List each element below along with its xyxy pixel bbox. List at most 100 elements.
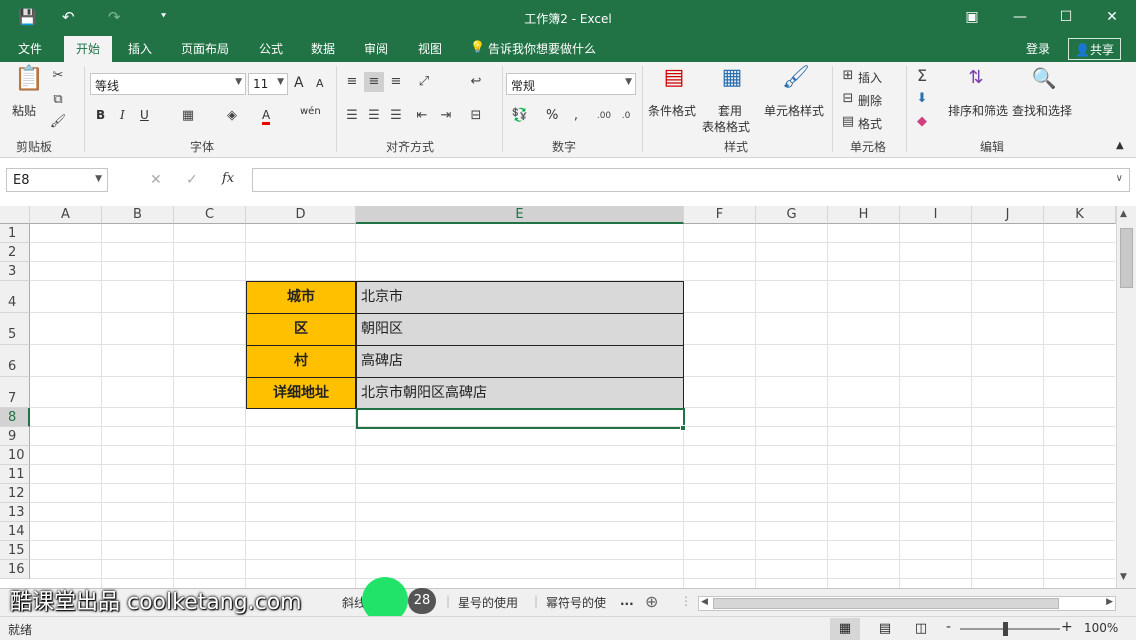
vertical-scrollbar[interactable]: ▲ ▼ [1116, 206, 1136, 588]
col-header-k[interactable]: K [1044, 206, 1116, 224]
format-painter-icon[interactable]: 🖌 [48, 112, 68, 132]
page-break-view-icon[interactable]: ◫ [906, 618, 936, 640]
border-icon[interactable]: ▦ [178, 106, 198, 126]
cell-e6[interactable]: 高碑店 [356, 345, 684, 378]
row-header-7[interactable]: 7 [0, 377, 30, 408]
row-header-12[interactable]: 12 [0, 484, 30, 503]
autosum-icon[interactable]: Σ [912, 66, 932, 86]
cell-d6[interactable]: 村 [246, 345, 356, 378]
conditional-format-button[interactable]: 条件格式 [648, 102, 696, 119]
clear-icon[interactable]: ◆ [912, 112, 932, 132]
enter-icon[interactable]: ✓ [186, 172, 198, 188]
row-header-6[interactable]: 6 [0, 345, 30, 377]
phonetic-button[interactable]: wén [300, 106, 321, 117]
tab-data[interactable]: 数据 [311, 40, 335, 57]
align-right-icon[interactable]: ☰ [386, 106, 406, 126]
insert-cells-icon[interactable]: ⊞ [838, 66, 858, 86]
format-as-table-button-line2[interactable]: 表格格式 [702, 118, 750, 135]
row-header-10[interactable]: 10 [0, 446, 30, 465]
align-left-icon[interactable]: ☰ [342, 106, 362, 126]
bold-button[interactable]: B [96, 108, 105, 122]
tell-me-box[interactable]: 告诉我你想要做什么 [488, 40, 596, 57]
cancel-icon[interactable]: ✕ [150, 172, 162, 188]
row-header-13[interactable]: 13 [0, 503, 30, 522]
align-bottom-icon[interactable]: ≡ [386, 72, 406, 92]
col-header-c[interactable]: C [174, 206, 246, 224]
align-center-icon[interactable]: ☰ [364, 106, 384, 126]
col-header-h[interactable]: H [828, 206, 900, 224]
paste-button[interactable]: 粘贴 [12, 102, 36, 119]
find-select-icon[interactable]: 🔍 [1030, 68, 1058, 88]
row-header-11[interactable]: 11 [0, 465, 30, 484]
align-middle-icon[interactable]: ≡ [364, 72, 384, 92]
sign-in-link[interactable]: 登录 [1026, 40, 1050, 57]
conditional-format-icon[interactable]: ▤ [660, 67, 688, 89]
format-cells-button[interactable]: 格式 [858, 115, 882, 132]
row-header-3[interactable]: 3 [0, 262, 30, 281]
sheet-tab-power[interactable]: 幂符号的使 [546, 594, 606, 611]
col-header-a[interactable]: A [30, 206, 102, 224]
cell-styles-icon[interactable]: 🖌 [782, 67, 810, 89]
increase-decimal-icon[interactable]: .00 [594, 106, 614, 126]
sheet-tab-asterisk[interactable]: 星号的使用 [458, 594, 518, 611]
close-icon[interactable]: ✕ [1094, 4, 1130, 30]
format-as-table-button-line1[interactable]: 套用 [718, 102, 742, 119]
ribbon-display-icon[interactable]: ▣ [954, 4, 990, 30]
zoom-slider-thumb[interactable] [1003, 622, 1008, 636]
sort-filter-icon[interactable]: ⇅ [962, 68, 990, 88]
cell-d7[interactable]: 详细地址 [246, 377, 356, 409]
align-top-icon[interactable]: ≡ [342, 72, 362, 92]
sort-filter-button[interactable]: 排序和筛选 [948, 102, 1008, 119]
cell-e5[interactable]: 朝阳区 [356, 313, 684, 346]
share-button[interactable]: 👤共享 [1068, 38, 1121, 60]
page-layout-view-icon[interactable]: ▤ [870, 618, 900, 640]
number-format-select[interactable]: 常规 ▼ [506, 73, 636, 95]
sheet-tab-more[interactable]: ... [620, 594, 634, 608]
wrap-text-icon[interactable]: ↩ [466, 72, 486, 92]
split-handle-icon[interactable]: ⋮ [680, 594, 692, 608]
percent-button[interactable]: % [546, 108, 558, 123]
row-header-1[interactable]: 1 [0, 224, 30, 243]
formula-input[interactable]: ∨ [252, 168, 1130, 192]
horizontal-scrollbar[interactable]: ◀ ▶ [698, 596, 1116, 611]
worksheet-grid[interactable]: A B C D E F G H I J K 1 2 3 4 5 6 7 8 9 … [0, 206, 1136, 588]
cell-d4[interactable]: 城市 [246, 281, 356, 314]
cell-d5[interactable]: 区 [246, 313, 356, 346]
underline-button[interactable]: U [140, 108, 149, 122]
row-header-14[interactable]: 14 [0, 522, 30, 541]
row-header-2[interactable]: 2 [0, 243, 30, 262]
col-header-f[interactable]: F [684, 206, 756, 224]
select-all-corner[interactable] [0, 206, 30, 224]
zoom-in-button[interactable]: + [1061, 619, 1073, 635]
find-select-button[interactable]: 查找和选择 [1012, 102, 1072, 119]
row-header-8[interactable]: 8 [0, 408, 30, 427]
zoom-out-button[interactable]: - [946, 619, 951, 635]
minimize-icon[interactable]: — [1002, 4, 1038, 30]
decrease-decimal-icon[interactable]: .0 [616, 106, 636, 126]
font-color-button[interactable]: A [262, 108, 271, 125]
row-header-9[interactable]: 9 [0, 427, 30, 446]
accounting-format-icon[interactable]: 💱 [510, 106, 530, 126]
col-header-e[interactable]: E [356, 206, 684, 224]
col-header-i[interactable]: I [900, 206, 972, 224]
fill-color-icon[interactable]: ◈ [222, 106, 242, 126]
shrink-font-button[interactable]: A [316, 77, 324, 90]
tab-home[interactable]: 开始 [64, 36, 113, 62]
comma-style-icon[interactable]: , [566, 106, 586, 126]
vertical-scroll-thumb[interactable] [1120, 228, 1133, 288]
col-header-j[interactable]: J [972, 206, 1044, 224]
tab-view[interactable]: 视图 [418, 40, 442, 57]
zoom-level[interactable]: 100% [1084, 621, 1118, 635]
format-as-table-icon[interactable]: ▦ [718, 67, 746, 89]
italic-button[interactable]: I [120, 108, 125, 122]
new-sheet-icon[interactable]: ⊕ [645, 592, 658, 611]
tab-formulas[interactable]: 公式 [259, 40, 283, 57]
name-box[interactable]: E8 ▼ [6, 168, 108, 192]
horizontal-scroll-thumb[interactable] [713, 598, 1059, 609]
tab-file[interactable]: 文件 [18, 40, 42, 57]
tab-review[interactable]: 审阅 [364, 40, 388, 57]
fill-icon[interactable]: ⬇ [912, 89, 932, 109]
row-header-4[interactable]: 4 [0, 281, 30, 313]
font-size-select[interactable]: 11 ▼ [248, 73, 288, 95]
col-header-g[interactable]: G [756, 206, 828, 224]
